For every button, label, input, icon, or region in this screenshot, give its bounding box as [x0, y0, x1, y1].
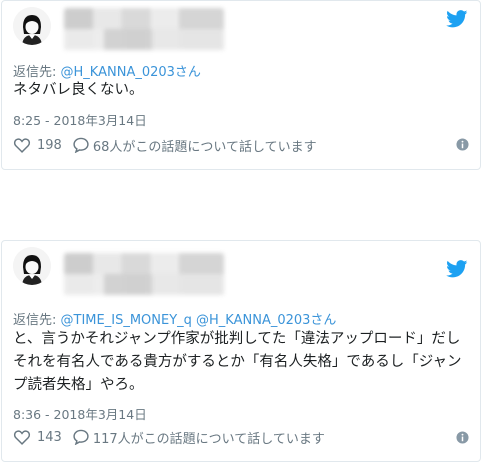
discussion-text: 68人がこの話題について話しています: [92, 139, 317, 155]
tweet-card: 返信先: @H_KANNA_0203さん ネタバレ良くない。 8:25 - 20…: [1, 0, 481, 170]
tweet-timestamp[interactable]: 8:36 - 2018年3月14日: [13, 404, 147, 423]
info-icon[interactable]: [456, 138, 469, 151]
tweet-text: ネタバレ良くない。: [13, 82, 144, 98]
tweet-actions: 143 117人がこの話題について話しています: [13, 427, 325, 447]
reply-prefix: 返信先:: [13, 65, 57, 80]
avatar[interactable]: [13, 7, 51, 45]
like-button[interactable]: 143: [13, 429, 62, 445]
twitter-bird-icon[interactable]: [446, 260, 468, 278]
info-icon[interactable]: [456, 431, 469, 444]
like-count: 143: [37, 429, 62, 445]
blurred-display-name[interactable]: [64, 253, 224, 295]
twitter-bird-icon[interactable]: [446, 10, 468, 28]
avatar[interactable]: [13, 247, 51, 285]
tweet-text-line: と、言うかそれジャンプ作家が批判してた「違法アップロード」だし: [13, 331, 461, 347]
tweet-card: 返信先: @TIME_IS_MONEY_q @H_KANNA_0203さん と、…: [1, 240, 481, 462]
tweet-text-line: それを有名人である貴方がするとか「有名人失格」であるし「ジャン: [13, 354, 462, 370]
tweet-actions: 198 68人がこの話題について話しています: [13, 135, 317, 155]
blurred-display-name[interactable]: [64, 8, 224, 50]
reply-to-link[interactable]: @H_KANNA_0203さん: [61, 65, 201, 80]
tweet-text: と、言うかそれジャンプ作家が批判してた「違法アップロード」だし それを有名人であ…: [13, 328, 473, 397]
heart-icon: [13, 430, 31, 445]
reply-prefix: 返信先:: [13, 313, 57, 328]
speech-bubble-icon: [73, 429, 89, 445]
like-count: 198: [37, 137, 62, 153]
tweet-timestamp[interactable]: 8:25 - 2018年3月14日: [13, 110, 147, 129]
reply-to-line: 返信先: @H_KANNA_0203さん: [13, 61, 201, 80]
discussion-text: 117人がこの話題について話しています: [92, 431, 325, 447]
discussion-link[interactable]: 117人がこの話題について話しています: [72, 428, 325, 447]
speech-bubble-icon: [73, 137, 89, 153]
reply-to-link[interactable]: @TIME_IS_MONEY_q @H_KANNA_0203さん: [61, 313, 337, 328]
tweet-text-line: プ読者失格」やろ。: [13, 377, 144, 393]
like-button[interactable]: 198: [13, 137, 62, 153]
heart-icon: [13, 138, 31, 153]
discussion-link[interactable]: 68人がこの話題について話しています: [72, 136, 317, 155]
reply-to-line: 返信先: @TIME_IS_MONEY_q @H_KANNA_0203さん: [13, 309, 336, 328]
